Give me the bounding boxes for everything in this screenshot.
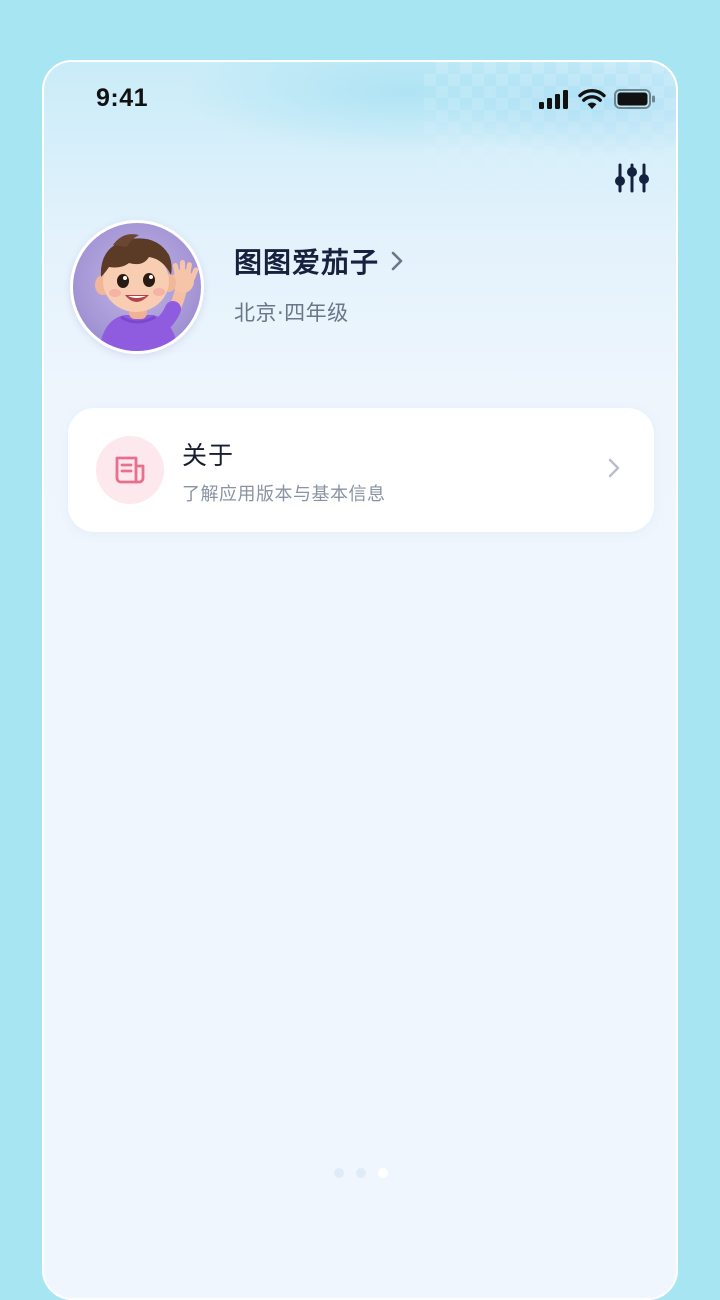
- cellular-signal-icon: [539, 90, 568, 109]
- about-icon-badge: [96, 436, 164, 504]
- profile-text: 图图爱茄子 北京·四年级: [234, 241, 403, 327]
- profile-name: 图图爱茄子: [234, 246, 380, 279]
- status-time: 9:41: [96, 84, 149, 112]
- cartoon-boy-avatar-illustration: [95, 234, 199, 351]
- profile-location-grade: 北京·四年级: [234, 301, 349, 325]
- status-icons: [538, 88, 656, 110]
- wifi-icon: [578, 88, 606, 109]
- chevron-right-icon: [608, 458, 620, 482]
- profile-section: 图图爱茄子 北京·四年级: [70, 220, 403, 354]
- profile-name-link[interactable]: 图图爱茄子: [234, 241, 403, 281]
- news-document-icon: [115, 456, 145, 484]
- page-dot[interactable]: [334, 1168, 344, 1178]
- page-dot[interactable]: [356, 1168, 366, 1178]
- about-title: 关于: [182, 441, 235, 470]
- settings-button[interactable]: [614, 160, 650, 196]
- avatar[interactable]: [70, 220, 204, 354]
- page-indicator: [334, 1168, 388, 1178]
- about-menu-card[interactable]: 关于 了解应用版本与基本信息: [68, 408, 654, 532]
- page-dot-active[interactable]: [378, 1168, 388, 1178]
- chevron-right-icon: [391, 251, 403, 271]
- sliders-icon: [615, 163, 649, 193]
- about-description: 了解应用版本与基本信息: [182, 484, 386, 505]
- phone-screen: 9:41 图图爱茄子 北京·四年级 关于 了解应用版本与基本信息: [42, 60, 678, 1300]
- battery-icon: [614, 89, 655, 109]
